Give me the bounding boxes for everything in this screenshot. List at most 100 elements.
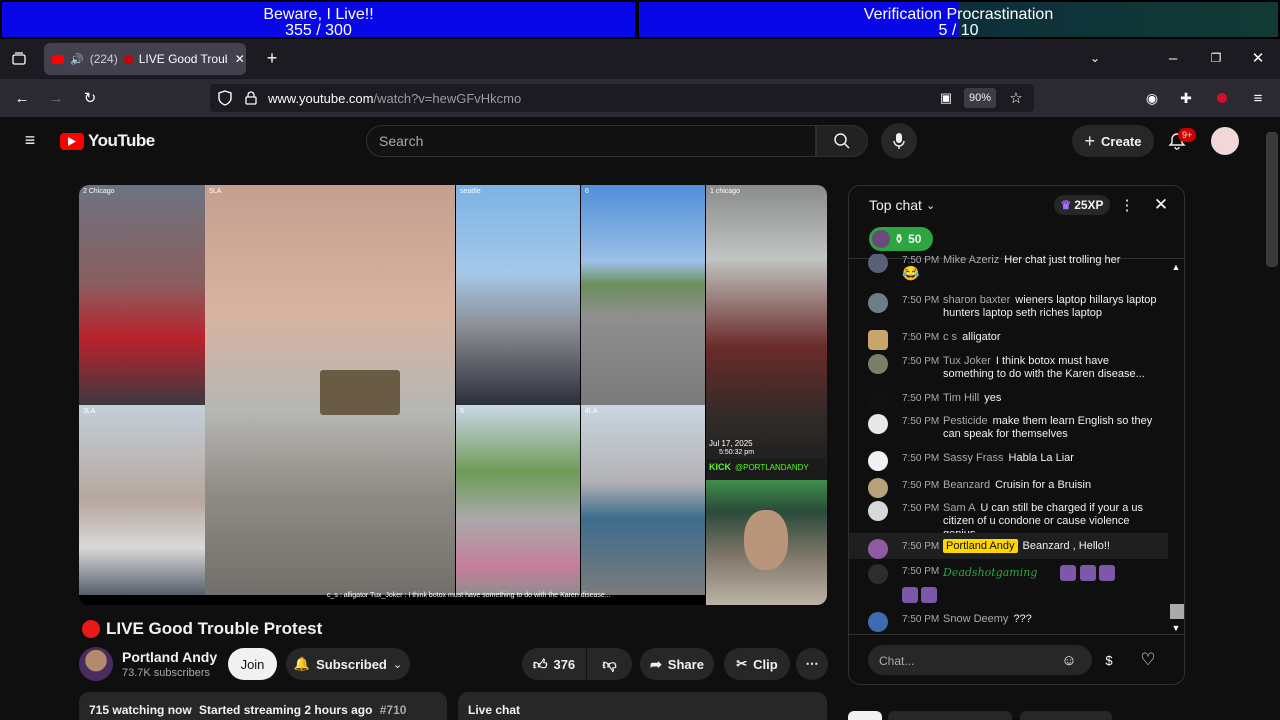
subscribed-button[interactable]: 🔔 Subscribed ⌄ (286, 648, 410, 680)
notification-badge: 9+ (1178, 128, 1197, 142)
bookmark-star-icon[interactable]: ☆ (1006, 88, 1026, 108)
account-icon[interactable]: ◉ (1142, 88, 1162, 108)
close-chat-icon[interactable]: ✕ (1150, 194, 1172, 216)
chat-message[interactable]: 7:50 PM Snow Deemy??? (868, 612, 1158, 632)
military-vehicle-shape (320, 370, 400, 415)
chat-message[interactable]: 7:50 PM Pesticide make them learn English… (868, 414, 1158, 441)
video-player[interactable]: 2 Chicago 5LA seattle 6 1 chicago 3LA 5 … (79, 185, 827, 605)
chat-author[interactable]: Sam A (943, 502, 975, 514)
chat-author[interactable]: Snow Deemy (943, 613, 1008, 625)
chat-time: 7:50 PM (902, 255, 940, 266)
tab-count: (224) (89, 52, 118, 66)
chat-message[interactable]: 7:50 PM Sassy Frass Habla La Liar (868, 451, 1158, 471)
overlay-date: Jul 17, 2025 (709, 439, 753, 448)
chat-message-owner[interactable]: 7:50 PM Portland Andy Beanzard , Hello!! (868, 539, 1158, 559)
create-label: Create (1101, 133, 1142, 149)
join-button[interactable]: Join (228, 648, 277, 680)
more-actions-button[interactable]: ⋯ (796, 648, 828, 680)
clip-button[interactable]: ✂ Clip (724, 648, 790, 680)
bell-ringing-icon: 🔔 (293, 656, 311, 671)
thumbs-up-icon: 👍︎ (532, 655, 548, 672)
chat-author[interactable]: Beanzard (943, 479, 990, 491)
new-tab-icon[interactable]: + (262, 48, 282, 68)
chat-author-styled[interactable]: Deadshotgaming (943, 566, 1037, 579)
search-input[interactable]: Search (366, 125, 816, 157)
extension-red-icon[interactable] (1212, 88, 1232, 108)
chat-scroll-up-icon[interactable]: ▲ (1170, 260, 1182, 274)
points-avatar (872, 230, 890, 248)
tab-close-icon[interactable]: ✕ (235, 52, 245, 66)
video-cell-2-label: 5LA (209, 188, 222, 195)
shield-icon[interactable] (215, 88, 235, 108)
chat-message[interactable]: 7:50 PM c s alligator (868, 330, 1158, 350)
chat-message[interactable]: 7:50 PM Deadshotgaming (868, 564, 1158, 603)
chat-time: 7:50 PM (902, 503, 940, 514)
reload-icon[interactable]: ↻ (80, 88, 100, 108)
chip-all[interactable] (848, 711, 882, 720)
speaker-icon[interactable]: 🔊 (70, 53, 84, 66)
video-cell-8: 4LA (581, 405, 705, 595)
like-button[interactable]: 👍︎ 376 (522, 648, 586, 680)
chat-more-icon[interactable]: ⋮ (1118, 196, 1136, 214)
chat-author[interactable]: c s (943, 331, 957, 343)
page-scrollbar[interactable] (1266, 132, 1278, 267)
chat-avatar (868, 293, 888, 313)
chevron-down-icon: ⌄ (392, 658, 403, 671)
chat-author[interactable]: Tim Hill (943, 392, 979, 404)
chat-author[interactable]: sharon baxter (943, 294, 1010, 306)
tab-overflow-chevron-icon[interactable]: ⌄ (1086, 48, 1104, 68)
chip-2[interactable] (888, 711, 1012, 720)
app-menu-icon[interactable]: ≡ (1248, 88, 1268, 108)
chat-author[interactable]: Pesticide (943, 415, 988, 427)
xp-badge[interactable]: ♛ 25XP (1054, 195, 1110, 215)
chat-scroll-down-icon[interactable]: ▼ (1170, 621, 1182, 635)
goal-1-title: Beware, I Live!! (263, 6, 374, 23)
restore-icon[interactable]: ❐ (1206, 48, 1226, 68)
emoji-icon[interactable]: ☺ (1059, 650, 1079, 670)
browser-tab[interactable]: 🔊 (224) LIVE Good Troubl ✕ (44, 43, 246, 75)
youtube-logo[interactable]: YouTube (60, 131, 155, 151)
heart-icon[interactable]: ♡ (1138, 650, 1158, 670)
live-chat-replay-box[interactable]: Live chat (458, 692, 827, 720)
description-box[interactable]: 715 watching now Started streaming 2 hou… (79, 692, 447, 720)
close-window-icon[interactable]: ✕ (1248, 48, 1268, 68)
video-cell-1: 2 Chicago (79, 185, 205, 405)
chat-message[interactable]: 7:50 PM Tim Hill yes (868, 391, 1158, 411)
chat-mode-dropdown[interactable]: Top chat ⌄ (869, 197, 935, 213)
chat-author[interactable]: Sassy Frass (943, 452, 1004, 464)
minimize-icon[interactable]: – (1163, 48, 1183, 68)
search-button[interactable] (816, 125, 868, 157)
picture-blocked-icon[interactable]: ▣ (936, 88, 956, 108)
chat-message[interactable]: 7:50 PM Mike Azeriz Her chat just trollin… (868, 254, 1158, 284)
back-icon[interactable]: ← (12, 88, 32, 108)
chip-3[interactable] (1020, 711, 1112, 720)
tab-list-icon[interactable] (8, 48, 30, 70)
chat-text: Beanzard , Hello!! (1022, 540, 1110, 552)
chat-input-divider (849, 634, 1184, 635)
channel-points-pill[interactable]: ⚱ 50 (869, 227, 933, 251)
owner-author-badge[interactable]: Portland Andy (943, 539, 1018, 553)
user-avatar[interactable] (1211, 127, 1239, 155)
chat-message[interactable]: 7:50 PM sharon baxter wieners laptop hill… (868, 293, 1158, 320)
zoom-level[interactable]: 90% (964, 88, 996, 108)
stream-hashtag[interactable]: #710 (380, 703, 407, 717)
dislike-button[interactable]: 👎︎ (587, 648, 632, 680)
chat-scroll-thumb[interactable] (1170, 604, 1184, 619)
chat-emoji: 😂 (902, 265, 920, 281)
channel-avatar[interactable] (79, 647, 113, 681)
chat-message[interactable]: 7:50 PM Tux Joker I think botox must have… (868, 354, 1158, 381)
chat-author[interactable]: Mike Azeriz (943, 254, 999, 266)
hamburger-menu-icon[interactable]: ≡ (20, 130, 40, 150)
share-button[interactable]: ➦ Share (640, 648, 714, 680)
forward-icon[interactable]: → (46, 88, 66, 108)
voice-search-button[interactable] (881, 123, 917, 159)
lock-icon[interactable] (242, 88, 260, 108)
create-button[interactable]: + Create (1072, 125, 1154, 157)
chat-avatar (868, 414, 888, 434)
chat-message[interactable]: 7:50 PM Beanzard Cruisin for a Bruisin (868, 478, 1158, 498)
chat-text: yes (984, 392, 1002, 404)
extensions-icon[interactable]: ✚ (1176, 88, 1196, 108)
channel-name[interactable]: Portland Andy (122, 649, 217, 665)
chat-author[interactable]: Tux Joker (943, 355, 991, 367)
super-chat-icon[interactable]: $ (1098, 650, 1120, 670)
